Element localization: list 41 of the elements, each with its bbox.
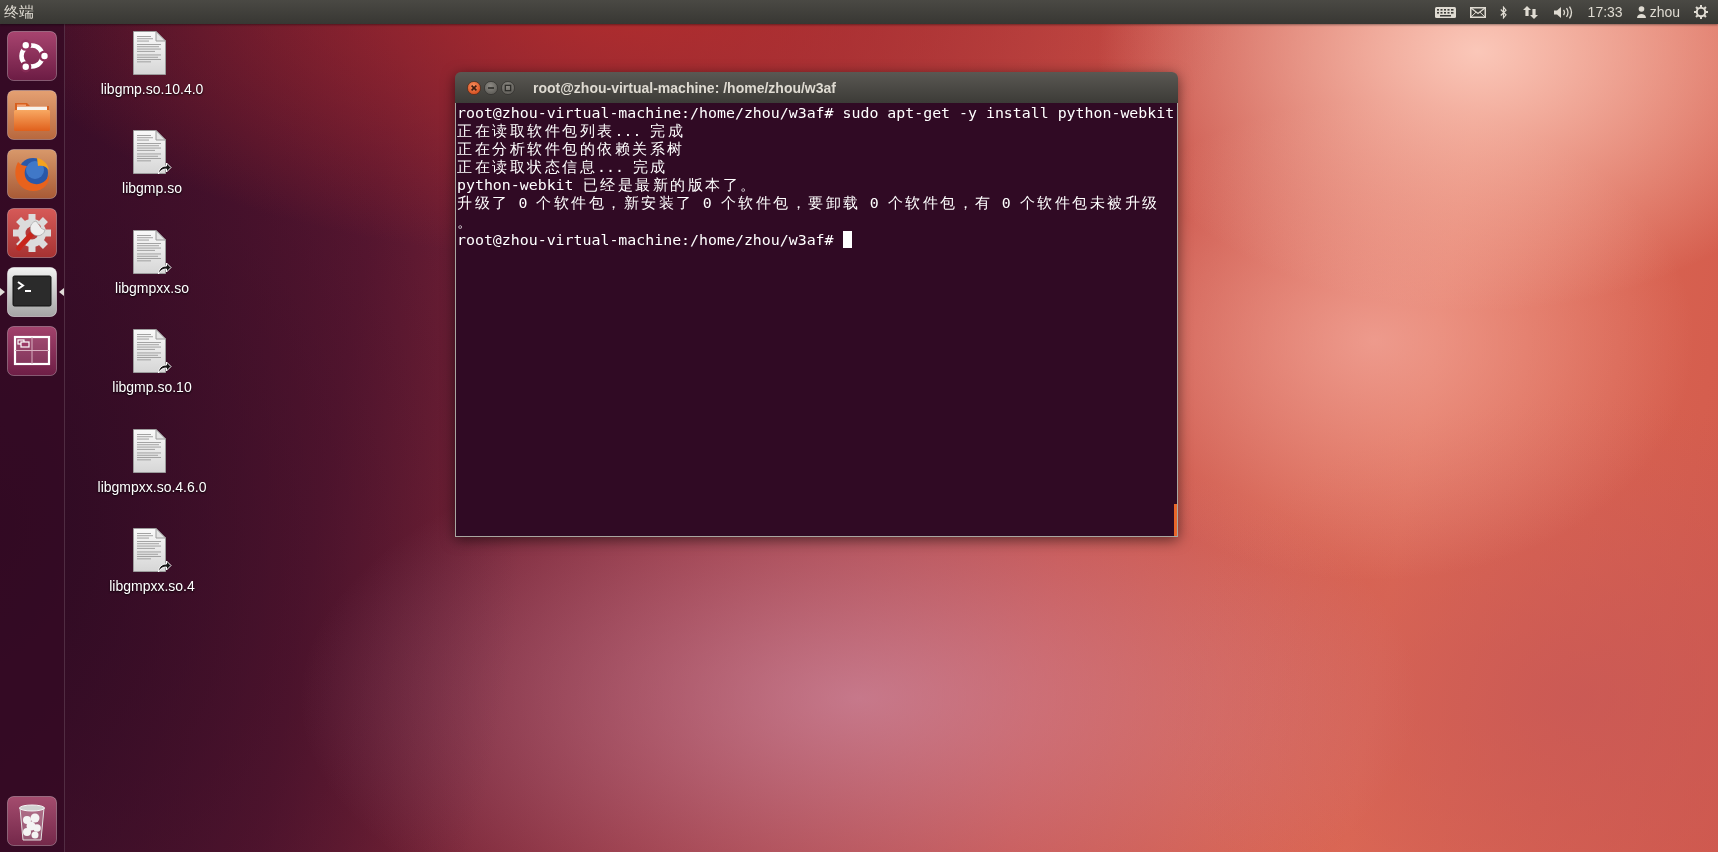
terminal-line: 升级了 0 个软件包，新安装了 0 个软件包，要卸载 0 个软件包，有 0 个软件包未被升级 <box>457 194 1160 213</box>
file-name: libgmpxx.so <box>115 279 189 297</box>
document-icon[interactable] <box>132 527 166 572</box>
trash-icon[interactable] <box>6 796 57 846</box>
mail-icon[interactable] <box>1469 6 1486 18</box>
user-name[interactable]: zhou <box>1649 3 1680 21</box>
ring-logo-icon[interactable] <box>6 31 57 81</box>
terminal-line: 。 <box>457 212 475 231</box>
scrollbar-thumb[interactable] <box>1174 504 1177 536</box>
maximize-icon[interactable] <box>501 80 515 95</box>
terminal-line: root@zhou-virtual-machine:/home/zhou/w3af# <box>457 230 834 249</box>
terminal-icon[interactable] <box>6 267 57 317</box>
file-name: libgmp.so.10 <box>112 379 192 397</box>
window-title: root@zhou-virtual-machine: /home/zhou/w3af <box>533 79 836 96</box>
gear-icon[interactable] <box>1694 5 1708 19</box>
document-icon[interactable] <box>132 31 166 75</box>
user-icon[interactable] <box>1636 6 1646 18</box>
file-name: libgmp.so.10.4.0 <box>100 81 204 98</box>
terminal-line: 正在读取软件包列表... 完成 <box>457 122 686 141</box>
keyboard-icon[interactable] <box>1434 6 1456 18</box>
terminal-line: python-webkit 已经是最新的版本了。 <box>457 176 758 195</box>
gear-wrench-icon[interactable] <box>6 208 57 258</box>
document-icon[interactable] <box>132 428 166 473</box>
bluetooth-icon[interactable] <box>1499 5 1507 19</box>
terminal-line: root@zhou-virtual-machine:/home/zhou/w3af# sudo apt-get -y install python-webkit <box>457 104 1175 123</box>
close-icon[interactable] <box>467 80 481 95</box>
terminal-line: 正在分析软件包的依赖关系树 <box>457 140 685 159</box>
document-icon[interactable] <box>132 229 166 274</box>
file-name: libgmpxx.so.4.6.0 <box>97 478 207 496</box>
terminal-line: 正在读取状态信息... 完成 <box>457 158 668 177</box>
folder-icon[interactable] <box>6 90 57 140</box>
volume-icon[interactable] <box>1553 5 1574 19</box>
fox-globe-icon[interactable] <box>6 149 57 199</box>
clock-text[interactable]: 17:33 <box>1587 3 1623 21</box>
document-icon[interactable] <box>132 130 166 175</box>
document-icon[interactable] <box>132 329 166 374</box>
file-name: libgmp.so <box>122 180 182 198</box>
file-name: libgmpxx.so.4 <box>109 577 195 595</box>
minimize-icon[interactable] <box>484 80 498 95</box>
workspace-grid-icon[interactable] <box>6 326 57 376</box>
app-title: 终端 <box>4 3 34 21</box>
